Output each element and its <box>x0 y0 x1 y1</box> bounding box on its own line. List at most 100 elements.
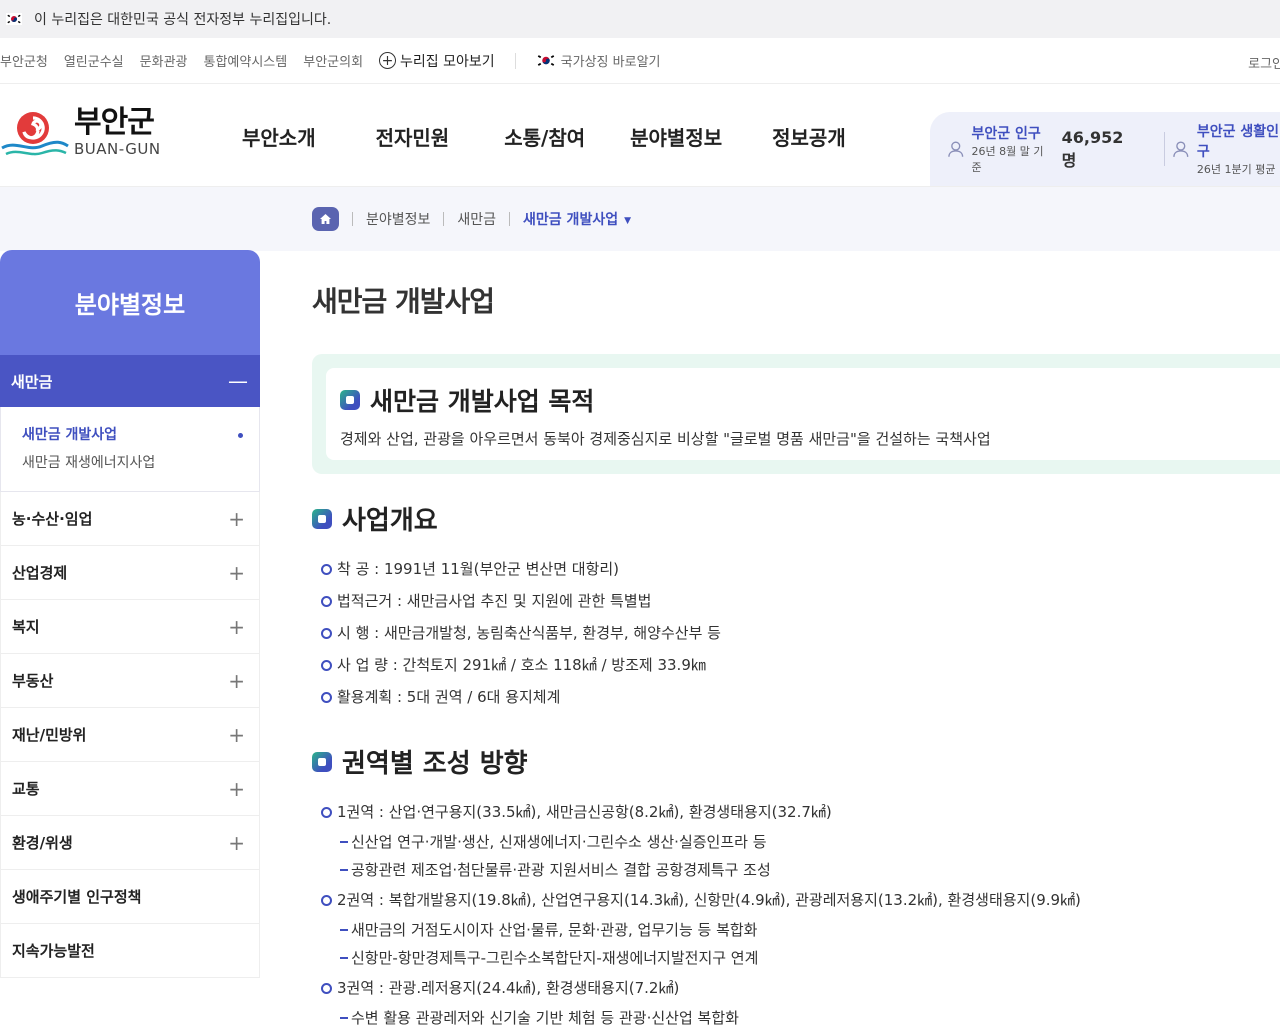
list-item: 착 공 : 1991년 11월(부안군 변산면 대항리) <box>312 553 721 585</box>
list-item-text: 법적근거 : 새만금사업 추진 및 지원에 관한 특별법 <box>337 592 652 610</box>
lnb-item-label: 산업경제 <box>12 564 68 582</box>
lnb-item-sustainability[interactable]: 지속가능발전 <box>0 924 260 978</box>
list-item-text: 수변 활용 관광레저와 신기술 기반 체험 등 관광·신산업 복합화 <box>351 1009 739 1027</box>
page-title: 새만금 개발사업 <box>312 285 495 318</box>
site-logo[interactable]: 부안군 BUAN-GUN <box>0 102 161 162</box>
overview-section: 사업개요 착 공 : 1991년 11월(부안군 변산면 대항리) 법적근거 :… <box>312 500 721 713</box>
list-item-text: 3권역 : 관광.레저용지(24.4㎢), 환경생태용지(7.2㎢) <box>337 979 680 997</box>
buan-logo-icon <box>1 112 69 156</box>
home-icon[interactable] <box>312 207 339 231</box>
dash-bullet-icon <box>340 841 348 843</box>
bullet-square-icon <box>340 390 360 410</box>
list-item: 사 업 량 : 간척토지 291㎢ / 호소 118㎢ / 방조제 33.9㎞ <box>312 649 721 681</box>
list-item-text: 2권역 : 복합개발용지(19.8㎢), 산업연구용지(14.3㎢), 신항만(… <box>337 891 1081 909</box>
plus-icon: + <box>228 668 245 693</box>
dash-bullet-icon <box>340 869 348 871</box>
population-stat: 부안군 인구 26년 8월 말 기준 46,952명 <box>946 123 1164 175</box>
minus-icon: — <box>228 369 248 393</box>
population-sub: 26년 8월 말 기준 <box>971 145 1044 174</box>
gov-banner: 이 누리집은 대한민국 공식 전자정부 누리집입니다. <box>0 0 1280 38</box>
lnb-item-label: 재난/민방위 <box>12 726 87 744</box>
purpose-desc: 경제와 산업, 관광을 아우르면서 동북아 경제중심지로 비상할 "글로벌 명품… <box>340 430 991 448</box>
overview-title: 사업개요 <box>342 506 438 536</box>
caret-down-icon[interactable]: ▼ <box>624 216 631 226</box>
plus-icon: + <box>228 614 245 639</box>
circle-bullet-icon <box>321 563 332 575</box>
gnb-field-info[interactable]: 분야별정보 <box>630 122 722 151</box>
gnb-disclosure[interactable]: 정보공개 <box>772 122 846 151</box>
lnb-sub-item-label: 새만금 개발사업 <box>22 427 118 443</box>
list-item: 법적근거 : 새만금사업 추진 및 지원에 관한 특별법 <box>312 585 721 617</box>
gnb-participation[interactable]: 소통/참여 <box>504 122 585 151</box>
list-item: 2권역 : 복합개발용지(19.8㎢), 산업연구용지(14.3㎢), 신항만(… <box>312 884 1081 916</box>
divider <box>352 212 353 226</box>
list-item-text: 신항만-항만경제특구-그린수소복합단지-재생에너지발전지구 연계 <box>351 949 759 967</box>
util-link-tourism[interactable]: 문화관광 <box>140 51 188 70</box>
lnb-item-environment[interactable]: 환경/위생 + <box>0 816 260 870</box>
divider <box>514 52 516 69</box>
list-item-text: 활용계획 : 5대 권역 / 6대 용지체계 <box>337 688 561 706</box>
lnb-item-saemangeum[interactable]: 새만금 — <box>0 355 260 407</box>
list-item: 3권역 : 관광.레저용지(24.4㎢), 환경생태용지(7.2㎢) <box>312 972 1081 1004</box>
lnb-item-population-policy[interactable]: 생애주기별 인구정책 <box>0 870 260 924</box>
lnb-sub-item-renewable[interactable]: 새만금 재생에너지사업 <box>22 449 239 477</box>
breadcrumb-band: 분야별정보 새만금 새만금 개발사업 ▼ <box>0 187 1280 251</box>
list-item-text: 시 행 : 새만금개발청, 농림축산식품부, 환경부, 해양수산부 등 <box>337 624 721 642</box>
purpose-title: 새만금 개발사업 목적 <box>370 387 595 416</box>
lnb-item-welfare[interactable]: 복지 + <box>0 600 260 654</box>
nuri-link-label: 누리집 모아보기 <box>400 53 495 70</box>
site-header: 부안군 BUAN-GUN 부안소개 전자민원 소통/참여 분야별정보 정보공개 … <box>0 84 1280 187</box>
plus-icon: + <box>228 560 245 585</box>
lnb-item-economy[interactable]: 산업경제 + <box>0 546 260 600</box>
lnb-item-label: 복지 <box>12 618 40 636</box>
plus-icon: + <box>228 722 245 747</box>
living-population-stat: 부안군 생활인구 26년 1분기 평균 <box>1171 121 1280 177</box>
dash-bullet-icon <box>340 957 348 959</box>
logo-name-ko: 부안군 <box>74 105 155 140</box>
lnb-item-label: 농·수산·임업 <box>12 510 93 528</box>
symbol-link[interactable]: 국가상징 바로알기 <box>535 51 661 70</box>
lnb-item-label: 부동산 <box>12 672 54 690</box>
util-link-county[interactable]: 부안군청 <box>0 51 48 70</box>
gnb-about[interactable]: 부안소개 <box>242 122 316 151</box>
sub-list-item: 신산업 연구·개발·생산, 신재생에너지·그린수소 생산·실증인프라 등 <box>312 828 1081 856</box>
breadcrumb-field-info[interactable]: 분야별정보 <box>366 209 430 229</box>
lnb-item-label: 생애주기별 인구정책 <box>12 888 142 906</box>
list-item-text: 공항관련 제조업·첨단물류·관광 지원서비스 결합 공항경제특구 조성 <box>351 861 771 879</box>
lnb-item-real-estate[interactable]: 부동산 + <box>0 654 260 708</box>
lnb-item-disaster[interactable]: 재난/민방위 + <box>0 708 260 762</box>
plus-circle-icon: + <box>379 52 397 69</box>
zones-title: 권역별 조성 방향 <box>342 749 528 779</box>
lnb-sub-item-development[interactable]: 새만금 개발사업 <box>22 421 243 449</box>
util-link-reservation[interactable]: 통합예약시스템 <box>204 51 288 70</box>
circle-bullet-icon <box>321 691 332 703</box>
lnb-submenu: 새만금 개발사업 새만금 재생에너지사업 <box>0 407 260 492</box>
util-link-mayor[interactable]: 열린군수실 <box>64 51 124 70</box>
lnb-item-label: 새만금 <box>11 372 53 391</box>
sub-list-item: 새만금의 거점도시이자 산업·물류, 문화·관광, 업무기능 등 복합화 <box>312 916 1081 944</box>
lnb-sub-item-label: 새만금 재생에너지사업 <box>22 455 156 471</box>
lnb-item-transport[interactable]: 교통 + <box>0 762 260 816</box>
nuri-link[interactable]: + 누리집 모아보기 <box>379 51 495 71</box>
util-link-council[interactable]: 부안군의회 <box>303 51 363 70</box>
breadcrumb-current[interactable]: 새만금 개발사업 <box>523 209 618 229</box>
divider <box>509 212 511 226</box>
person-icon <box>1173 141 1189 157</box>
person-icon <box>948 141 964 157</box>
lnb-item-agriculture[interactable]: 농·수산·임업 + <box>0 492 260 546</box>
plus-icon: + <box>228 776 245 801</box>
gnb-e-civil[interactable]: 전자민원 <box>376 122 450 151</box>
lnb-item-label: 환경/위생 <box>12 834 73 852</box>
korea-flag-icon <box>535 53 556 68</box>
lnb-title: 분야별정보 <box>0 250 260 355</box>
login-link[interactable]: 로그인 <box>1248 53 1280 72</box>
side-navigation: 분야별정보 새만금 — 새만금 개발사업 새만금 재생에너지사업 농·수산·임업 +… <box>0 250 260 978</box>
list-item-text: 신산업 연구·개발·생산, 신재생에너지·그린수소 생산·실증인프라 등 <box>351 833 767 851</box>
plus-icon: + <box>228 830 245 855</box>
symbol-link-label: 국가상징 바로알기 <box>560 55 661 70</box>
main-content: 새만금 개발사업 새만금 개발사업 목적 경제와 산업, 관광을 아우르면서 동… <box>312 280 1280 1027</box>
breadcrumb: 분야별정보 새만금 새만금 개발사업 ▼ <box>312 207 631 231</box>
main-navigation: 부안소개 전자민원 소통/참여 분야별정보 정보공개 <box>242 122 846 151</box>
lnb-item-label: 교통 <box>12 780 40 798</box>
breadcrumb-saemangeum[interactable]: 새만금 <box>457 209 496 229</box>
